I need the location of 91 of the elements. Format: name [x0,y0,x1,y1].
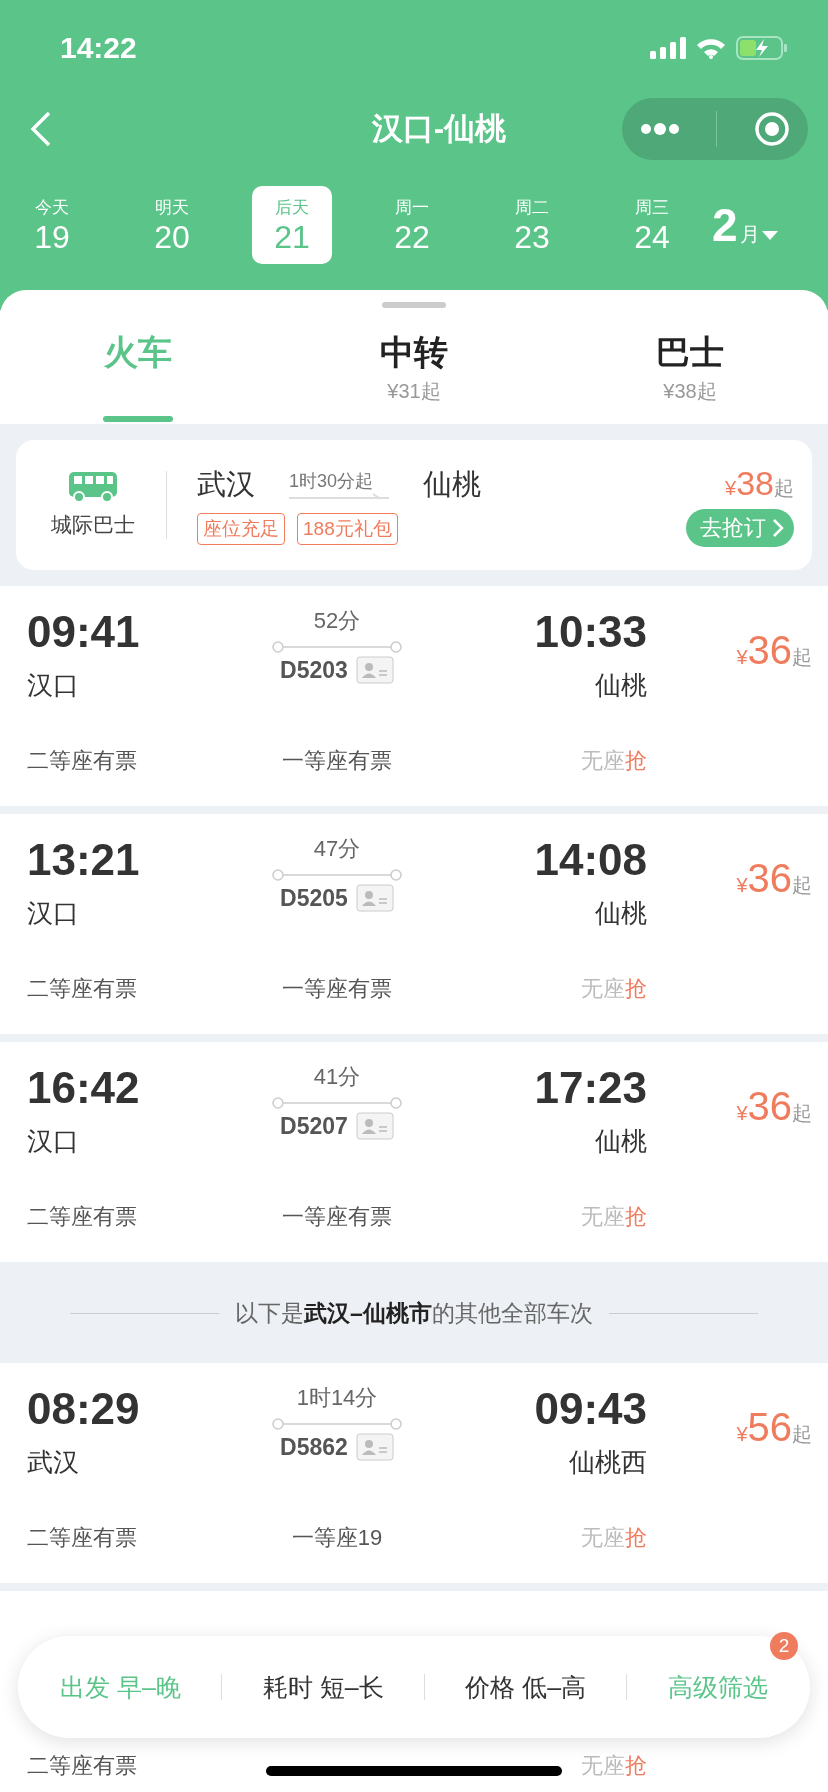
seat-availability: 二等座有票 [27,975,138,1003]
bus-icon [67,471,119,503]
train-card[interactable]: 16:42 汉口 41分 D5207 17:23 仙桃 ¥36起 二等座有票 一等座有票 无座抢 [0,1042,828,1262]
count-badge: 2 [770,1632,798,1660]
seat-availability: 无座抢 [581,1752,647,1780]
duration: 1时30分起 [289,470,375,493]
departure-time: 09:41 [27,606,141,658]
seat-availability: 一等座有票 [282,747,392,775]
train-card[interactable]: 09:41 汉口 52分 D5203 10:33 仙桃 ¥36起 二等座有票 一等座有票 无座抢 [0,586,828,806]
departure-time: 16:42 [27,1062,141,1114]
departure-time: 08:29 [27,1383,141,1435]
seat-availability: 二等座有票 [27,747,138,775]
seat-availability: 一等座有票 [282,1203,392,1231]
bus-card[interactable]: 城际巴士 武汉 1时30分起 仙桃 座位充足 188元礼包 ¥38起 去抢订 [16,440,812,570]
price: ¥36起 [736,628,812,674]
arrival-station: 仙桃 [595,1125,647,1158]
route-line-icon [272,1096,402,1110]
route-line-icon [272,868,402,882]
duration: 1时14分 [296,1384,378,1412]
sort-button[interactable]: 高级筛选 [663,1662,772,1712]
arrival-time: 10:33 [534,606,647,658]
seat-availability: 一等座19 [291,1524,383,1552]
train-number: D5862 [280,1433,348,1461]
transport-tab[interactable]: 中转 ¥31起 [276,318,552,424]
wifi-icon [696,37,726,59]
transport-tab[interactable]: 巴士 ¥38起 [552,318,828,424]
status-time: 14:22 [60,31,137,65]
price: ¥38起 [725,463,794,503]
id-card-icon [355,1433,394,1461]
book-button[interactable]: 去抢订 [686,508,794,547]
arrival-station: 仙桃 [595,669,647,702]
duration: 47分 [313,835,361,863]
seat-availability: 无座抢 [581,975,647,1003]
to-city: 仙桃 [423,467,481,502]
month-picker[interactable]: 2 月 [712,198,778,252]
seat-availability: 二等座有票 [27,1524,138,1552]
date-tab[interactable]: 明天 20 [132,186,212,264]
more-icon[interactable] [640,123,681,135]
arrow-icon [289,493,389,501]
back-icon[interactable] [30,111,52,147]
arrival-time: 09:43 [534,1383,647,1435]
price: ¥56起 [736,1405,812,1451]
close-icon[interactable] [753,111,790,147]
route-line-icon [272,640,402,654]
section-divider-text: 以下是武汉–仙桃市的其他全部车次 [235,1299,593,1328]
route-line-icon [272,1417,402,1431]
promo-tag: 座位充足 [197,513,285,545]
signal-icon [650,37,686,59]
transport-tab[interactable]: 火车 [0,318,276,424]
promo-tag: 188元礼包 [297,513,398,545]
caret-icon [761,231,778,241]
seat-availability: 一等座有票 [282,975,392,1003]
date-tab[interactable]: 周一 22 [372,186,452,264]
bus-label: 城际巴士 [51,512,135,538]
train-number: D5203 [280,656,348,684]
duration: 52分 [313,607,361,635]
train-number: D5207 [280,1112,348,1140]
seat-availability: 二等座有票 [27,1752,138,1780]
arrival-station: 仙桃 [595,897,647,930]
departure-station: 汉口 [27,669,80,702]
seat-availability: 无座抢 [581,1524,647,1552]
date-tab[interactable]: 后天 21 [252,186,332,264]
departure-station: 武汉 [27,1446,80,1479]
id-card-icon [355,1112,394,1140]
battery-charging-icon [736,36,788,60]
arrival-time: 17:23 [534,1062,647,1114]
date-tab[interactable]: 周三 24 [612,186,692,264]
departure-time: 13:21 [27,834,141,886]
date-tab[interactable]: 今天 19 [12,186,92,264]
sort-button[interactable]: 出发 早–晚 [56,1662,186,1712]
arrival-time: 14:08 [534,834,647,886]
price: ¥36起 [736,856,812,902]
train-number: D5205 [280,884,348,912]
sort-button[interactable]: 价格 低–高 [461,1662,591,1712]
sort-button[interactable]: 耗时 短–长 [258,1662,388,1712]
departure-station: 汉口 [27,897,80,930]
chevron-icon [772,517,784,538]
arrival-station: 仙桃西 [569,1446,647,1479]
seat-availability: 二等座有票 [27,1203,138,1231]
duration: 41分 [313,1063,361,1091]
from-city: 武汉 [197,467,255,502]
train-card[interactable]: 08:29 武汉 1时14分 D5862 09:43 仙桃西 ¥56起 二等座有票 一等座19 无座抢 [0,1363,828,1583]
departure-station: 汉口 [27,1125,80,1158]
page-title: 汉口-仙桃 [370,110,507,148]
id-card-icon [355,884,394,912]
seat-availability: 无座抢 [581,1203,647,1231]
price: ¥36起 [736,1084,812,1130]
seat-availability: 无座抢 [581,747,647,775]
id-card-icon [355,656,394,684]
train-card[interactable]: 13:21 汉口 47分 D5205 14:08 仙桃 ¥36起 二等座有票 一等座有票 无座抢 [0,814,828,1034]
date-tab[interactable]: 周二 23 [492,186,572,264]
